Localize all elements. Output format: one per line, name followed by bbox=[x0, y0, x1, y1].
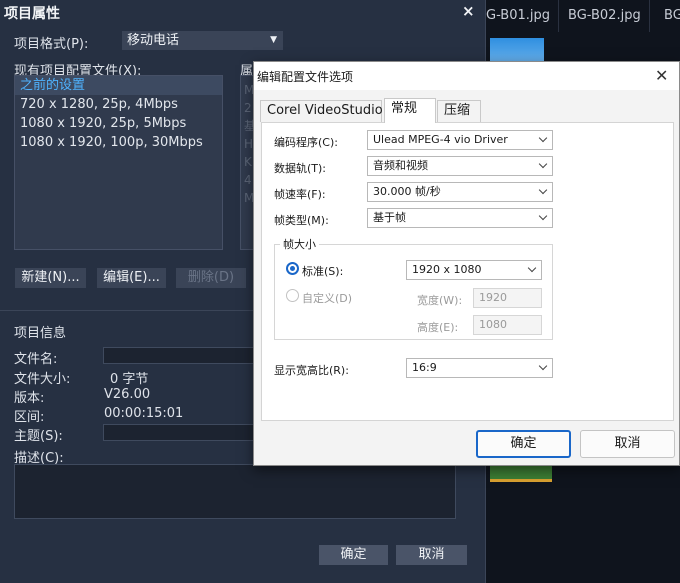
frame-type-select[interactable]: 基于帧 bbox=[367, 208, 553, 228]
file-size-label: 文件大小: bbox=[14, 372, 71, 387]
delete-button[interactable]: 删除(D) bbox=[176, 268, 246, 288]
aspect-ratio-label: 显示宽高比(R): bbox=[274, 364, 349, 377]
custom-label: 自定义(D) bbox=[302, 292, 353, 305]
tab-bg-b02[interactable]: BG-B02.jpg bbox=[560, 0, 650, 32]
standard-radio[interactable] bbox=[286, 262, 299, 275]
general-panel: 编码程序(C): Ulead MPEG-4 vio Driver 数据轨(T):… bbox=[261, 122, 674, 421]
list-item[interactable]: 1080 x 1920, 100p, 30Mbps bbox=[15, 133, 222, 152]
profiles-list[interactable]: 之前的设置 720 x 1280, 25p, 4Mbps 1080 x 1920… bbox=[14, 75, 223, 250]
title-bar: 编辑配置文件选项 ✕ bbox=[254, 62, 679, 90]
standard-label: 标准(S): bbox=[302, 265, 344, 278]
aspect-ratio-select[interactable]: 16:9 bbox=[406, 358, 553, 378]
format-label: 项目格式(P): bbox=[14, 37, 89, 52]
data-track-select[interactable]: 音频和视频 bbox=[367, 156, 553, 176]
encoder-select[interactable]: Ulead MPEG-4 vio Driver bbox=[367, 130, 553, 150]
duration-value: 00:00:15:01 bbox=[104, 406, 184, 421]
edit-button[interactable]: 编辑(E)... bbox=[97, 268, 166, 288]
list-item[interactable]: 之前的设置 bbox=[15, 76, 222, 95]
data-track-label: 数据轨(T): bbox=[274, 162, 327, 175]
version-label: 版本: bbox=[14, 391, 45, 406]
close-icon[interactable]: × bbox=[462, 2, 475, 20]
encoder-value: Ulead MPEG-4 vio Driver bbox=[373, 133, 508, 146]
tab-general[interactable]: 常规 bbox=[384, 98, 436, 123]
dropdown-arrow-icon: ▼ bbox=[270, 35, 277, 45]
chevron-down-icon bbox=[538, 159, 548, 169]
close-icon[interactable]: ✕ bbox=[655, 66, 668, 85]
timeline-clip[interactable] bbox=[490, 466, 552, 482]
standard-size-select[interactable]: 1920 x 1080 bbox=[406, 260, 542, 280]
description-field[interactable] bbox=[14, 464, 456, 519]
version-value: V26.00 bbox=[104, 387, 151, 402]
dialog-title: 项目属性 bbox=[4, 6, 60, 22]
width-field[interactable]: 1920 bbox=[473, 288, 542, 308]
encoder-label: 编码程序(C): bbox=[274, 136, 338, 149]
ok-button[interactable]: 确定 bbox=[476, 430, 571, 458]
frame-rate-label: 帧速率(F): bbox=[274, 188, 326, 201]
file-name-label: 文件名: bbox=[14, 352, 58, 367]
height-label: 高度(E): bbox=[417, 321, 459, 334]
ok-button[interactable]: 确定 bbox=[319, 545, 388, 565]
duration-label: 区间: bbox=[14, 410, 45, 425]
format-select[interactable]: 移动电话 ▼ bbox=[122, 31, 283, 50]
chevron-down-icon bbox=[538, 211, 548, 221]
tab-corel-videostudio[interactable]: Corel VideoStudio bbox=[260, 100, 383, 122]
frame-rate-value: 30.000 帧/秒 bbox=[373, 185, 441, 198]
file-size-value: 0 字节 bbox=[110, 372, 149, 387]
frame-type-value: 基于帧 bbox=[373, 211, 406, 224]
list-item[interactable]: 1080 x 1920, 25p, 5Mbps bbox=[15, 114, 222, 133]
standard-size-value: 1920 x 1080 bbox=[412, 263, 482, 276]
frame-type-label: 帧类型(M): bbox=[274, 214, 329, 227]
info-heading: 项目信息 bbox=[14, 326, 67, 341]
frame-rate-select[interactable]: 30.000 帧/秒 bbox=[367, 182, 553, 202]
dialog-title: 编辑配置文件选项 bbox=[257, 70, 354, 84]
file-name-field[interactable] bbox=[103, 347, 255, 364]
chevron-down-icon bbox=[527, 263, 537, 273]
edit-profile-dialog: 编辑配置文件选项 ✕ Corel VideoStudio 常规 压缩 编码程序(… bbox=[253, 61, 680, 466]
frame-size-group-title: 帧大小 bbox=[280, 236, 319, 252]
format-value: 移动电话 bbox=[127, 33, 180, 48]
new-button[interactable]: 新建(N)... bbox=[15, 268, 86, 288]
subject-field[interactable] bbox=[103, 424, 255, 441]
chevron-down-icon bbox=[538, 185, 548, 195]
chevron-down-icon bbox=[538, 133, 548, 143]
aspect-ratio-value: 16:9 bbox=[412, 361, 437, 374]
cancel-button[interactable]: 取消 bbox=[396, 545, 467, 565]
cancel-button[interactable]: 取消 bbox=[580, 430, 675, 458]
chevron-down-icon bbox=[538, 361, 548, 371]
subject-label: 主题(S): bbox=[14, 429, 63, 444]
data-track-value: 音频和视频 bbox=[373, 159, 428, 172]
tab-bg[interactable]: BG bbox=[656, 0, 680, 32]
tab-bg-b01[interactable]: G-B01.jpg bbox=[478, 0, 560, 32]
tab-compression[interactable]: 压缩 bbox=[437, 100, 481, 122]
width-label: 宽度(W): bbox=[417, 294, 463, 307]
list-item[interactable]: 720 x 1280, 25p, 4Mbps bbox=[15, 95, 222, 114]
height-field[interactable]: 1080 bbox=[473, 315, 542, 335]
custom-radio[interactable] bbox=[286, 289, 299, 302]
